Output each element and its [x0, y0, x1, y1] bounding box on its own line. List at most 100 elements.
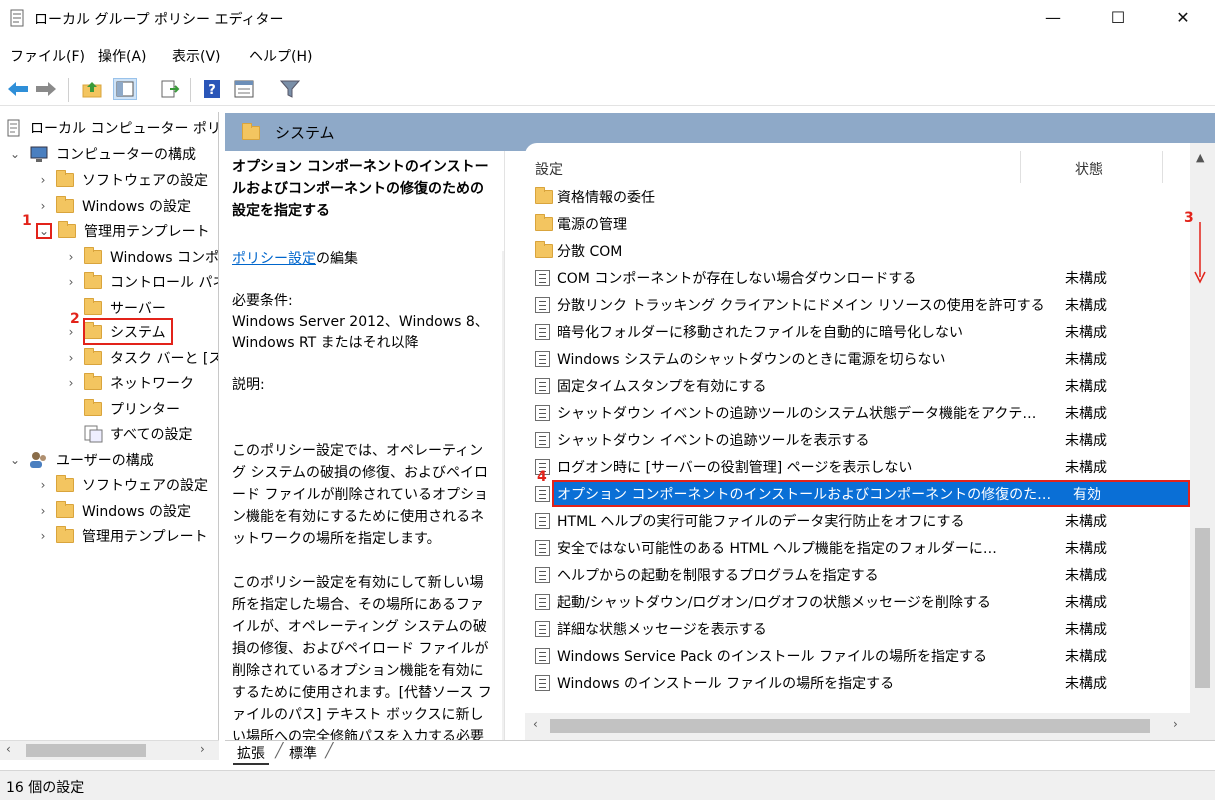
list-item-policy[interactable]: 固定タイムスタンプを有効にする 未構成	[530, 372, 1190, 399]
scroll-right-icon[interactable]: ›	[1173, 717, 1178, 731]
requirements-text: Windows Server 2012、Windows 8、Windows RT…	[232, 314, 489, 351]
tree-item-windows-components[interactable]: › Windows コンポーネント	[64, 245, 218, 269]
list-item-folder[interactable]: 分散 COM	[530, 237, 1190, 264]
tree-item-taskbar[interactable]: › タスク バーと [スタート] メニュー	[64, 346, 218, 370]
scroll-left-icon[interactable]: ‹	[533, 717, 538, 731]
chevron-right-icon[interactable]: ›	[36, 199, 50, 213]
policy-setting-icon	[535, 486, 550, 502]
tree-root[interactable]: ローカル コンピューター ポリシー	[6, 116, 218, 140]
column-divider	[1020, 151, 1021, 183]
policy-document-icon	[7, 119, 20, 137]
menu-file[interactable]: ファイル(F)	[10, 46, 85, 66]
tree-item-label: タスク バーと [スタート] メニュー	[110, 351, 218, 367]
policy-name: 分散リンク トラッキング クライアントにドメイン リソースの使用を許可する	[557, 298, 1045, 314]
back-icon[interactable]	[6, 78, 30, 100]
chevron-right-icon[interactable]: ›	[36, 478, 50, 492]
tree-item-computer-config[interactable]: ⌄ コンピューターの構成	[8, 142, 196, 166]
list-item-policy[interactable]: Windows Service Pack のインストール ファイルの場所を指定す…	[530, 642, 1190, 669]
list-item-policy[interactable]: シャットダウン イベントの追跡ツールを表示する 未構成	[530, 426, 1190, 453]
scroll-left-icon[interactable]: ‹	[6, 742, 11, 756]
description-scrollbar[interactable]: ︿ ﹀	[502, 251, 504, 740]
list-item-policy[interactable]: 暗号化フォルダーに移動されたファイルを自動的に暗号化しない 未構成	[530, 318, 1190, 345]
annotation-1: 1	[22, 213, 32, 229]
scroll-up-icon[interactable]: ▲	[1196, 151, 1204, 164]
tree-item-control-panel[interactable]: › コントロール パネル	[64, 270, 218, 294]
scroll-right-icon[interactable]: ›	[200, 742, 205, 756]
list-item-policy[interactable]: ログオン時に [サーバーの役割管理] ページを表示しない 未構成	[530, 453, 1190, 480]
explanation-paragraph-2: このポリシー設定を有効にして新しい場所を指定した場合、その場所にあるファイルが、…	[232, 575, 492, 740]
tree-item-label: プリンター	[110, 402, 180, 418]
description-pane: オプション コンポーネントのインストールおよびコンポーネントの修復のための設定を…	[225, 151, 505, 740]
chevron-down-icon[interactable]: ⌄	[8, 453, 22, 467]
list-item-folder[interactable]: 電源の管理	[530, 210, 1190, 237]
list-item-policy[interactable]: HTML ヘルプの実行可能ファイルのデータ実行防止をオフにする 未構成	[530, 507, 1190, 534]
tree-item-printers[interactable]: プリンター	[84, 397, 180, 421]
show-tree-icon[interactable]	[113, 78, 137, 100]
edit-policy-link[interactable]: ポリシー設定	[232, 251, 316, 267]
menu-view[interactable]: 表示(V)	[172, 46, 221, 66]
list-hscroll-thumb[interactable]	[550, 719, 1150, 733]
tree-horizontal-scrollbar[interactable]: ‹ ›	[0, 740, 219, 760]
chevron-down-icon[interactable]: ⌄	[36, 223, 52, 239]
chevron-right-icon[interactable]: ›	[64, 325, 78, 339]
status-text: 16 個の設定	[6, 780, 85, 796]
list-scroll-thumb[interactable]	[1195, 528, 1210, 688]
tree-item-server[interactable]: サーバー	[84, 296, 166, 320]
menu-help[interactable]: ヘルプ(H)	[249, 46, 312, 66]
tree-item-network[interactable]: › ネットワーク	[64, 371, 194, 395]
list-horizontal-scrollbar[interactable]: ‹ ›	[525, 713, 1190, 740]
chevron-down-icon[interactable]: ⌄	[8, 147, 22, 161]
tree-item-user-windows-settings[interactable]: › Windows の設定	[36, 499, 191, 523]
tab-extended[interactable]: 拡張	[233, 743, 269, 765]
minimize-button[interactable]: —	[1030, 0, 1076, 34]
tree-item-software-settings[interactable]: › ソフトウェアの設定	[36, 168, 208, 192]
policy-name: シャットダウン イベントの追跡ツールのシステム状態データ機能をアクテ…	[557, 406, 1037, 422]
policy-state: 未構成	[1065, 271, 1107, 287]
chevron-right-icon[interactable]: ›	[64, 351, 78, 365]
tree-item-windows-settings[interactable]: › Windows の設定	[36, 194, 191, 218]
tree-item-user-config[interactable]: ⌄ ユーザーの構成	[8, 448, 154, 472]
column-header-state[interactable]: 状態	[1075, 159, 1103, 179]
chevron-right-icon[interactable]: ›	[36, 504, 50, 518]
up-folder-icon[interactable]	[80, 78, 104, 100]
policy-name: 固定タイムスタンプを有効にする	[557, 379, 767, 395]
export-icon[interactable]	[158, 78, 182, 100]
list-item-folder[interactable]: 資格情報の委任	[530, 183, 1190, 210]
tab-standard[interactable]: 標準	[285, 743, 321, 763]
chevron-right-icon[interactable]: ›	[36, 173, 50, 187]
list-item-policy[interactable]: シャットダウン イベントの追跡ツールのシステム状態データ機能をアクテ… 未構成	[530, 399, 1190, 426]
menu-action[interactable]: 操作(A)	[98, 46, 147, 66]
policy-setting-icon	[535, 594, 550, 610]
filter-icon[interactable]	[278, 78, 302, 100]
list-item-policy[interactable]: ヘルプからの起動を制限するプログラムを指定する 未構成	[530, 561, 1190, 588]
properties-icon[interactable]	[232, 78, 256, 100]
help-icon[interactable]: ?	[200, 78, 224, 100]
chevron-right-icon[interactable]: ›	[64, 275, 78, 289]
close-button[interactable]: ✕	[1160, 0, 1206, 34]
view-tabs: 拡張 ╱ 標準 ╱	[225, 740, 1215, 768]
forward-icon[interactable]	[34, 78, 58, 100]
chevron-right-icon[interactable]: ›	[36, 529, 50, 543]
column-header-setting[interactable]: 設定	[535, 159, 563, 179]
tree-item-admin-templates[interactable]: ⌄ 管理用テンプレート	[36, 219, 210, 243]
list-item-policy[interactable]: 安全ではない可能性のある HTML ヘルプ機能を指定のフォルダーに… 未構成	[530, 534, 1190, 561]
list-item-policy[interactable]: 詳細な状態メッセージを表示する 未構成	[530, 615, 1190, 642]
folder-icon	[535, 241, 553, 258]
title-bar: ローカル グループ ポリシー エディター — ☐ ✕	[0, 0, 1215, 38]
tree-scroll-thumb[interactable]	[26, 744, 146, 757]
folder-icon	[56, 526, 74, 543]
tree-item-label: 管理用テンプレート	[84, 224, 210, 240]
list-item-policy[interactable]: 起動/シャットダウン/ログオン/ログオフの状態メッセージを削除する 未構成	[530, 588, 1190, 615]
chevron-right-icon[interactable]: ›	[64, 250, 78, 264]
explanation-paragraph-1: このポリシー設定では、オペレーティング システムの破損の修復、およびペイロード …	[232, 443, 489, 547]
tree-item-user-admin-templates[interactable]: › 管理用テンプレート	[36, 524, 208, 548]
list-item-policy[interactable]: Windows システムのシャットダウンのときに電源を切らない 未構成	[530, 345, 1190, 372]
chevron-right-icon[interactable]: ›	[64, 376, 78, 390]
list-item-policy-selected[interactable]: オプション コンポーネントのインストールおよびコンポーネントの修復のた… 有効	[552, 480, 1190, 507]
tree-item-user-software-settings[interactable]: › ソフトウェアの設定	[36, 473, 208, 497]
list-item-policy[interactable]: Windows のインストール ファイルの場所を指定する 未構成	[530, 669, 1190, 696]
tree-item-all-settings[interactable]: すべての設定	[84, 422, 192, 446]
list-item-policy[interactable]: 分散リンク トラッキング クライアントにドメイン リソースの使用を許可する 未構…	[530, 291, 1190, 318]
list-item-policy[interactable]: COM コンポーネントが存在しない場合ダウンロードする 未構成	[530, 264, 1190, 291]
maximize-button[interactable]: ☐	[1095, 0, 1141, 34]
